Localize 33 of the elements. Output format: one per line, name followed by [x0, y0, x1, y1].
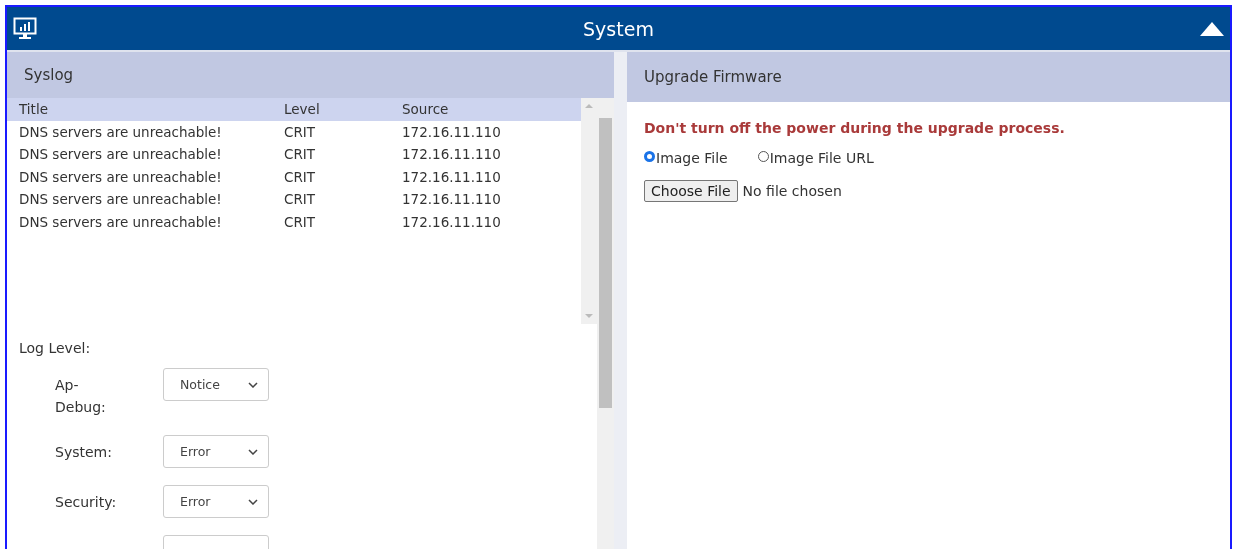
column-header: Source: [402, 101, 450, 118]
log-level-label: Log Level:: [18, 339, 92, 358]
radio-label[interactable]: Image File URL: [769, 150, 874, 166]
radio-label[interactable]: Image File: [656, 150, 728, 166]
table-cell-text: CRIT: [284, 213, 317, 230]
table-cell-text: 172.16.11.110: [402, 146, 502, 163]
table-cell-text: DNS servers are unreachable!: [19, 146, 223, 163]
table-cell-text: 172.16.11.110: [402, 191, 502, 208]
dropdown-field[interactable]: Error: [163, 435, 269, 468]
window-title: System: [582, 17, 655, 40]
dropdown-field[interactable]: Notice: [163, 368, 269, 401]
panel-title: Syslog: [7, 52, 614, 98]
table-cell-text: 172.16.11.110: [402, 123, 502, 140]
file-status: No file chosen: [742, 183, 842, 199]
table-cell-text: 172.16.11.110: [402, 213, 502, 230]
column-header: Level: [284, 101, 321, 118]
field-label: Ap-Debug:: [55, 376, 107, 417]
table-cell-text: CRIT: [284, 123, 317, 140]
panel-title: Upgrade Firmware: [627, 52, 1230, 102]
table-cell-text: CRIT: [284, 191, 317, 208]
table-cell-text: DNS servers are unreachable!: [19, 168, 223, 185]
column-header: Title: [19, 101, 49, 118]
field-label: System:: [55, 443, 113, 462]
choose-file-button[interactable]: Choose File: [644, 180, 738, 202]
table-cell-text: CRIT: [284, 168, 317, 185]
table-cell-text: DNS servers are unreachable!: [19, 123, 223, 140]
table-cell-text: DNS servers are unreachable!: [19, 191, 223, 208]
dropdown-field[interactable]: Error: [163, 485, 269, 518]
table-cell-text: CRIT: [284, 146, 317, 163]
field-label: Security:: [55, 493, 115, 512]
table-cell-text: 172.16.11.110: [402, 168, 502, 185]
table-cell-text: DNS servers are unreachable!: [19, 213, 223, 230]
warning-text: Don't turn off the power during the upgrade process.: [644, 120, 1066, 136]
